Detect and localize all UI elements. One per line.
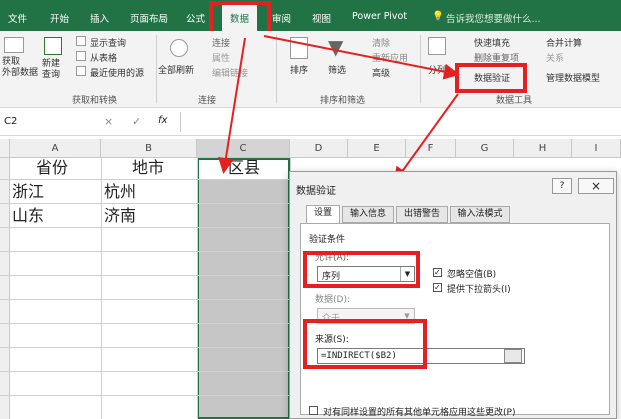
apply-all-label: 对有同样设置的所有其他单元格应用这些更改(P)	[323, 408, 516, 418]
source-highlight	[303, 319, 427, 369]
apply-all-checkbox[interactable]	[309, 406, 318, 415]
criteria-heading: 验证条件	[309, 235, 346, 245]
dialog-title: 数据验证	[296, 186, 336, 197]
allow-highlight	[303, 251, 420, 288]
tab-ime-mode[interactable]: 输入法模式	[450, 206, 510, 223]
dropdown-label: 提供下拉箭头(I)	[447, 285, 511, 295]
ignore-blank-checkbox[interactable]: ✓	[433, 268, 442, 277]
help-button[interactable]: ?	[552, 178, 572, 194]
tab-settings[interactable]: 设置	[306, 205, 340, 224]
ignore-blank-label: 忽略空值(B)	[447, 270, 497, 280]
range-picker-icon[interactable]	[504, 349, 522, 363]
dropdown-checkbox[interactable]: ✓	[433, 283, 442, 292]
tab-error-alert[interactable]: 出错警告	[396, 206, 448, 223]
arrow-to-dialog	[393, 93, 459, 184]
data-label: 数据(D):	[315, 295, 350, 305]
arrow-to-data-validation	[263, 35, 460, 80]
arrow-to-column-c	[217, 37, 246, 174]
data-validation-dialog: 数据验证 ? × 设置 输入信息 出错警告 输入法模式 验证条件 允许(A): …	[289, 171, 617, 419]
close-button[interactable]: ×	[578, 178, 614, 194]
tab-input-message[interactable]: 输入信息	[342, 206, 394, 223]
